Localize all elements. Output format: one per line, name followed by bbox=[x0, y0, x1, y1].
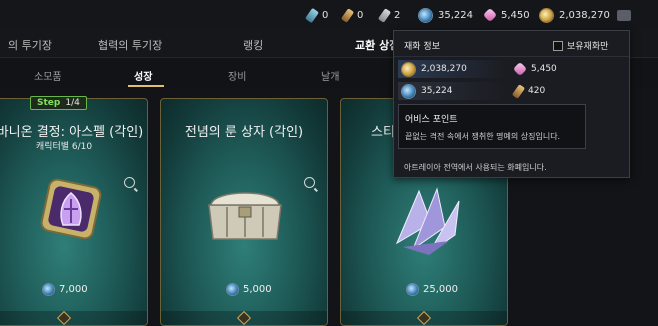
owned-only-label: 보유재화만 bbox=[567, 42, 609, 52]
abyss-point-detail: 어비스 포인트 끝없는 격전 속에서 쟁취한 명예의 상징입니다. bbox=[398, 104, 586, 149]
currency-row-brush[interactable]: 420 bbox=[511, 83, 546, 99]
detail-description: 끝없는 격전 속에서 쟁취한 명예의 상징입니다. bbox=[405, 132, 561, 141]
step-value: 1/4 bbox=[65, 98, 80, 108]
tab-arena[interactable]: 의 투기장 bbox=[8, 37, 52, 53]
card-price-value: 25,000 bbox=[423, 284, 458, 295]
gold-currency[interactable]: 2,038,270 bbox=[540, 7, 610, 23]
zoom-icon[interactable] bbox=[124, 177, 135, 188]
vial-currency[interactable]: 0 bbox=[304, 7, 329, 23]
owned-only-checkbox[interactable] bbox=[553, 40, 563, 51]
currency-info-tooltip: 재화 정보 보유재화만 2,038,270 5,450 35,224 420 어… bbox=[393, 30, 630, 178]
card-purchase-limit: 캐릭터별 6/10 bbox=[35, 142, 93, 152]
brush-count: 0 bbox=[357, 9, 364, 21]
abyss-value: 35,224 bbox=[421, 86, 453, 96]
card-price: 25,000 bbox=[407, 284, 458, 295]
subtab-equipment[interactable]: 장비 bbox=[228, 68, 246, 83]
gold-coin-icon bbox=[402, 62, 415, 76]
abyss-point-count: 35,224 bbox=[438, 9, 473, 21]
subtab-wings[interactable]: 날개 bbox=[321, 68, 339, 83]
rune-chest-icon bbox=[208, 192, 282, 240]
shop-card-2[interactable]: 전념의 룬 상자 (각인) 5,000 bbox=[160, 98, 328, 326]
detail-title: 어비스 포인트 bbox=[405, 115, 458, 125]
currency-row-gem[interactable]: 5,450 bbox=[512, 61, 557, 77]
crystal-shard-icon bbox=[395, 187, 460, 255]
abyss-point-currency[interactable]: 35,224 bbox=[419, 7, 473, 23]
gold-count: 2,038,270 bbox=[559, 9, 610, 21]
card-price: 7,000 bbox=[43, 284, 88, 295]
gold-coin-icon bbox=[540, 8, 553, 22]
vial-count: 0 bbox=[322, 9, 329, 21]
crystal-emblem-icon bbox=[40, 178, 102, 240]
step-badge: Step 1/4 bbox=[30, 96, 87, 110]
abyss-point-icon bbox=[43, 284, 54, 295]
card-price-value: 5,000 bbox=[243, 284, 272, 295]
card-footer bbox=[0, 311, 147, 325]
gem-currency[interactable]: 5,450 bbox=[482, 7, 530, 23]
currency-row-abyss[interactable]: 35,224 bbox=[402, 84, 453, 98]
abyss-point-icon bbox=[419, 8, 432, 22]
subtab-growth[interactable]: 성장 bbox=[134, 68, 152, 83]
brush-icon bbox=[511, 83, 526, 99]
tab-coop-arena[interactable]: 협력의 투기장 bbox=[98, 37, 162, 53]
card-price-value: 7,000 bbox=[59, 284, 88, 295]
active-subtab-indicator bbox=[128, 85, 164, 87]
gem-icon bbox=[512, 61, 528, 77]
currency-row-gold[interactable]: 2,038,270 bbox=[402, 62, 467, 76]
abyss-point-icon bbox=[407, 284, 418, 295]
vial-icon bbox=[304, 7, 320, 23]
tab-ranking[interactable]: 랭킹 bbox=[243, 37, 263, 53]
abyss-point-icon bbox=[402, 84, 415, 98]
tooltip-footer: 아트레이아 전역에서 사용되는 화폐입니다. bbox=[404, 163, 547, 172]
card-title: 전념의 룬 상자 (각인) bbox=[184, 125, 304, 140]
abyss-point-icon bbox=[227, 284, 238, 295]
card-title: 에바니온 결정: 아스펠 (각인) bbox=[0, 125, 144, 140]
gem-value: 5,450 bbox=[531, 64, 557, 74]
shop-card-1[interactable]: 에바니온 결정: 아스펠 (각인) 캐릭터별 6/10 7,000 bbox=[0, 98, 148, 326]
tooltip-divider bbox=[394, 56, 629, 57]
owned-only-toggle[interactable]: 보유재화만 bbox=[553, 39, 608, 52]
tooltip-title: 재화 정보 bbox=[404, 42, 440, 52]
brush-value: 420 bbox=[528, 86, 546, 96]
card-price: 5,000 bbox=[227, 284, 272, 295]
feather-count: 2 bbox=[394, 9, 401, 21]
currency-bar: 0 0 2 35,224 5,450 2,038,270 bbox=[0, 0, 658, 30]
feather-icon bbox=[377, 7, 392, 23]
brush-currency[interactable]: 0 bbox=[340, 7, 364, 23]
gold-value: 2,038,270 bbox=[421, 64, 467, 74]
gem-count: 5,450 bbox=[501, 9, 530, 21]
zoom-icon[interactable] bbox=[304, 177, 315, 188]
inventory-button[interactable] bbox=[617, 7, 631, 23]
gem-icon bbox=[482, 7, 498, 23]
subtab-consumables[interactable]: 소모품 bbox=[34, 68, 62, 83]
chest-icon bbox=[617, 9, 631, 21]
brush-icon bbox=[340, 7, 355, 23]
feather-currency[interactable]: 2 bbox=[377, 7, 401, 23]
step-label: Step bbox=[37, 98, 61, 108]
